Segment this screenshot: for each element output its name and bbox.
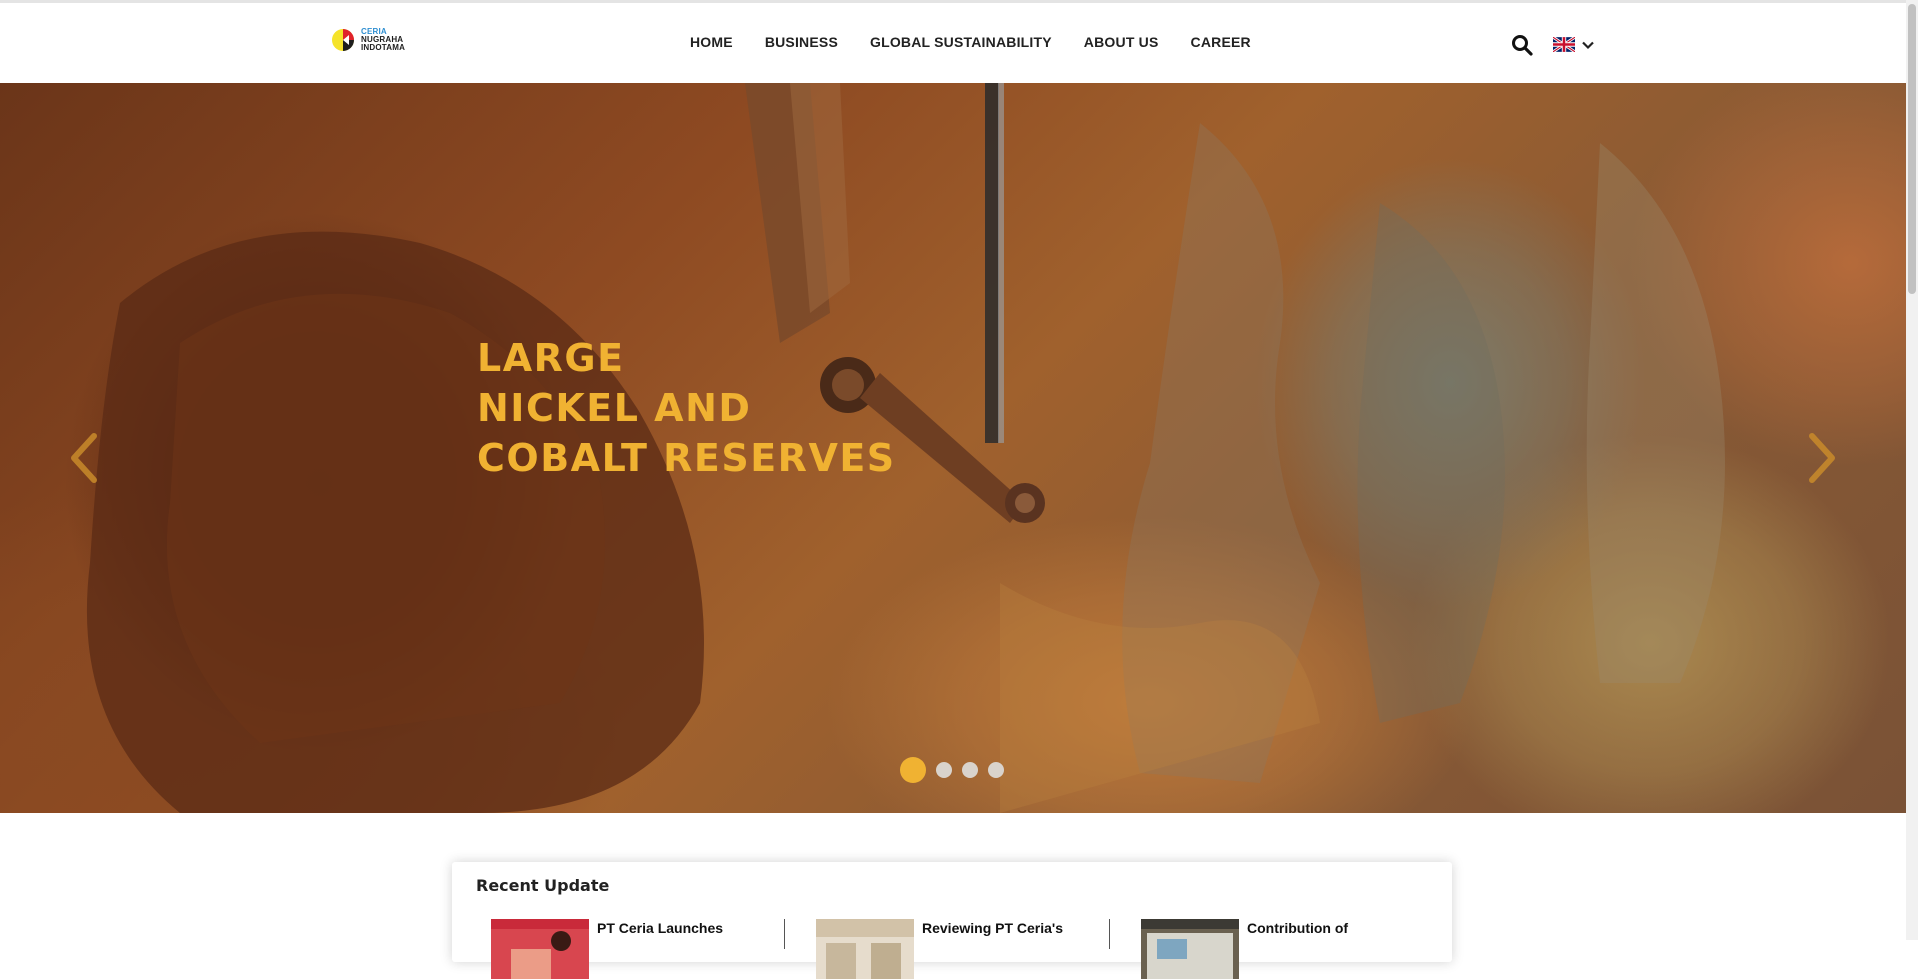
hero-title-line-1: LARGE xyxy=(477,336,625,380)
hero-title: LARGE NICKEL AND COBALT RESERVES xyxy=(477,333,896,483)
slider-dot-1[interactable] xyxy=(900,757,926,783)
uk-flag-icon xyxy=(1553,37,1575,52)
nav-item-global-sustainability[interactable]: GLOBAL SUSTAINABILITY xyxy=(870,34,1052,50)
nav-item-career[interactable]: CAREER xyxy=(1191,34,1251,50)
main-nav: HOME BUSINESS GLOBAL SUSTAINABILITY ABOU… xyxy=(690,34,1251,50)
slider-dot-2[interactable] xyxy=(936,762,952,778)
item-separator xyxy=(1109,919,1110,949)
logo-wordmark: CERIA NUGRAHA INDOTAMA xyxy=(361,28,405,52)
chevron-right-icon xyxy=(1809,433,1835,483)
recent-update-title: Recent Update xyxy=(476,876,610,895)
logo-line-3: INDOTAMA xyxy=(361,43,406,52)
slider-dot-4[interactable] xyxy=(988,762,1004,778)
slider-dot-3[interactable] xyxy=(962,762,978,778)
slider-next-button[interactable] xyxy=(1802,428,1842,488)
item-separator xyxy=(784,919,785,949)
recent-update-item-title: Reviewing PT Ceria's xyxy=(922,920,1064,936)
nav-item-home[interactable]: HOME xyxy=(690,34,733,50)
recent-update-item[interactable]: Contribution of xyxy=(1141,919,1397,979)
news-thumbnail xyxy=(1141,919,1239,979)
recent-update-panel: Recent Update PT Ceria Launches Reviewin… xyxy=(452,862,1452,979)
logo-mark-icon xyxy=(332,29,354,51)
news-thumbnail xyxy=(816,919,914,979)
page-scrollbar[interactable] xyxy=(1906,0,1918,940)
hero-title-line-2: NICKEL AND xyxy=(477,386,752,430)
recent-update-item-title: PT Ceria Launches xyxy=(597,920,724,936)
hero-slider: LARGE NICKEL AND COBALT RESERVES xyxy=(0,83,1906,813)
news-thumbnail xyxy=(491,919,589,979)
chevron-left-icon xyxy=(71,433,97,483)
recent-update-item[interactable]: Reviewing PT Ceria's xyxy=(816,919,1072,979)
slider-prev-button[interactable] xyxy=(64,428,104,488)
site-header: CERIA NUGRAHA INDOTAMA HOME BUSINESS GLO… xyxy=(0,3,1906,83)
site-logo[interactable]: CERIA NUGRAHA INDOTAMA xyxy=(328,25,405,55)
slider-pagination xyxy=(900,757,1014,783)
nav-item-about-us[interactable]: ABOUT US xyxy=(1084,34,1159,50)
search-icon[interactable] xyxy=(1510,33,1534,57)
hero-background-image xyxy=(86,83,1725,813)
recent-update-item[interactable]: PT Ceria Launches xyxy=(491,919,747,979)
nav-item-business[interactable]: BUSINESS xyxy=(765,34,838,50)
scrollbar-thumb[interactable] xyxy=(1908,4,1916,294)
language-selector[interactable] xyxy=(1553,37,1595,52)
recent-update-item-title: Contribution of xyxy=(1247,920,1349,936)
hero-title-line-3: COBALT RESERVES xyxy=(477,436,896,480)
chevron-down-icon[interactable] xyxy=(1581,38,1595,52)
